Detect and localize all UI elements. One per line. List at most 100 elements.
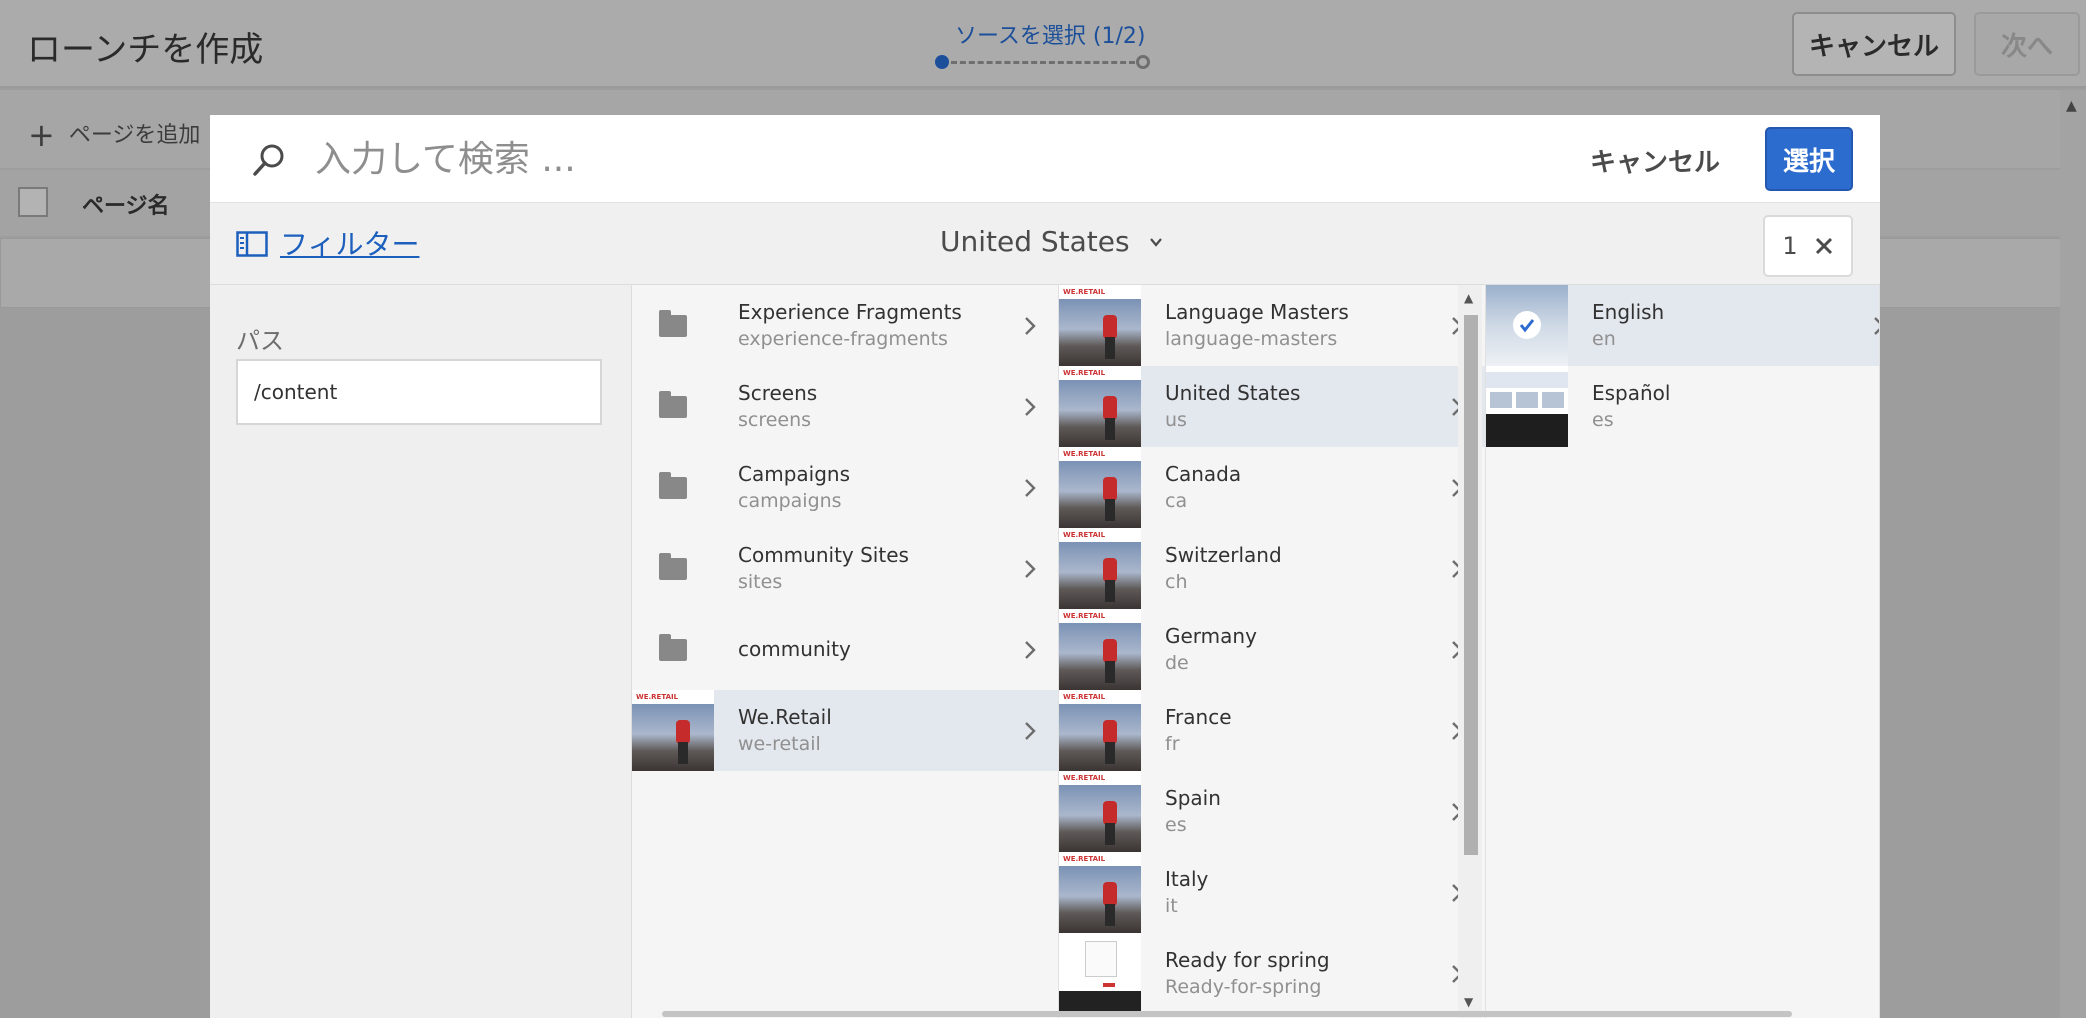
- list-item[interactable]: WE.RETAIL France fr: [1059, 690, 1485, 771]
- path-browser-dialog: キャンセル 選択 フィルター United States 1 パス Experi…: [210, 115, 1880, 1018]
- horizontal-scrollbar[interactable]: [662, 1011, 1792, 1017]
- scrollbar-thumb[interactable]: [1464, 315, 1478, 855]
- item-thumbnail: WE.RETAIL: [1059, 690, 1141, 771]
- item-name: experience-fragments: [738, 327, 948, 350]
- thumbnail-figure-legs: [1105, 823, 1115, 845]
- list-item[interactable]: WE.RETAIL Canada ca: [1059, 447, 1485, 528]
- thumbnail-image: [1059, 866, 1141, 933]
- column-header-page-name: ページ名: [82, 194, 170, 219]
- item-name: sites: [738, 570, 783, 593]
- list-item[interactable]: WE.RETAIL Switzerland ch: [1059, 528, 1485, 609]
- list-item[interactable]: WE.RETAIL Spain es: [1059, 771, 1485, 852]
- folder-icon: [659, 633, 687, 661]
- item-title: Experience Fragments: [738, 299, 962, 324]
- item-title: Germany: [1165, 623, 1257, 648]
- thumbnail-figure-legs: [1105, 742, 1115, 764]
- item-thumbnail: WE.RETAIL: [1059, 366, 1141, 447]
- selection-count: 1: [1782, 232, 1798, 260]
- close-icon[interactable]: [1814, 236, 1834, 256]
- add-page-button[interactable]: + ページを追加: [28, 116, 200, 154]
- item-title: United States: [1165, 380, 1301, 405]
- item-name: ch: [1165, 570, 1188, 593]
- item-thumbnail: WE.RETAIL: [1059, 528, 1141, 609]
- brand-logo: WE.RETAIL: [1063, 531, 1106, 539]
- list-item[interactable]: Campaigns campaigns: [632, 447, 1058, 528]
- list-item[interactable]: English en: [1486, 285, 1879, 366]
- thumbnail-figure: [1103, 396, 1117, 420]
- item-name: es: [1592, 408, 1614, 431]
- item-text: Language Masters language-masters: [1165, 299, 1349, 353]
- wizard-next-button[interactable]: 次へ: [1974, 12, 2080, 76]
- list-item[interactable]: Experience Fragments experience-fragments: [632, 285, 1058, 366]
- list-item[interactable]: WE.RETAIL We.Retail we-retail: [632, 690, 1058, 771]
- list-item[interactable]: Ready for spring Ready-for-spring: [1059, 933, 1485, 1014]
- search-input[interactable]: [315, 133, 1315, 185]
- filter-row: フィルター United States 1: [210, 203, 1880, 285]
- list-item[interactable]: WE.RETAIL Italy it: [1059, 852, 1485, 933]
- list-item[interactable]: Español es: [1486, 366, 1879, 447]
- dialog-cancel-button[interactable]: キャンセル: [1590, 140, 1720, 180]
- thumbnail-image: [632, 704, 714, 771]
- item-title: community: [738, 637, 851, 661]
- thumbnail-figure: [1103, 639, 1117, 663]
- item-name: Ready-for-spring: [1165, 975, 1322, 998]
- list-item[interactable]: Screens screens: [632, 366, 1058, 447]
- brand-logo: WE.RETAIL: [1063, 288, 1106, 296]
- filter-link[interactable]: フィルター: [280, 223, 419, 263]
- thumbnail-card: [1490, 392, 1512, 408]
- item-thumbnail: WE.RETAIL: [1059, 852, 1141, 933]
- item-thumbnail: [632, 609, 714, 690]
- brand-logo: WE.RETAIL: [1063, 855, 1106, 863]
- item-name: us: [1165, 408, 1187, 431]
- thumbnail-image: [1059, 542, 1141, 609]
- chevron-down-icon: [1149, 237, 1162, 247]
- list-item[interactable]: WE.RETAIL Language Masters language-master…: [1059, 285, 1485, 366]
- scroll-down-icon: ▼: [1464, 995, 1474, 1009]
- selection-count-badge[interactable]: 1: [1763, 215, 1853, 277]
- item-text: Italy it: [1165, 866, 1208, 920]
- item-thumbnail: [1486, 285, 1568, 366]
- list-item[interactable]: WE.RETAIL Germany de: [1059, 609, 1485, 690]
- wizard-cancel-button[interactable]: キャンセル: [1792, 12, 1956, 76]
- item-thumbnail: [632, 366, 714, 447]
- item-name: it: [1165, 894, 1178, 917]
- column-scrollbar[interactable]: ▲ ▼: [1458, 285, 1482, 1018]
- item-text: Community Sites sites: [738, 542, 909, 596]
- thumbnail-banner: [1486, 372, 1568, 388]
- item-thumbnail: WE.RETAIL: [1059, 771, 1141, 852]
- column-2: WE.RETAIL Language Masters language-master…: [1059, 285, 1486, 1018]
- scroll-up-icon: ▲: [2066, 98, 2077, 114]
- path-label: パス: [236, 327, 284, 355]
- list-item[interactable]: WE.RETAIL United States us: [1059, 366, 1485, 447]
- item-text: Experience Fragments experience-fragments: [738, 299, 962, 353]
- list-item[interactable]: Community Sites sites: [632, 528, 1058, 609]
- item-title: Ready for spring: [1165, 947, 1330, 972]
- thumbnail-figure: [1103, 720, 1117, 744]
- thumbnail-figure-legs: [678, 742, 688, 764]
- item-title: Italy: [1165, 866, 1209, 891]
- item-name: we-retail: [738, 732, 821, 755]
- select-button[interactable]: 選択: [1765, 127, 1853, 191]
- item-text: France fr: [1165, 704, 1232, 758]
- thumbnail-image: [1059, 785, 1141, 852]
- page-scrollbar[interactable]: ▲: [2060, 90, 2086, 1018]
- thumbnail-figure-legs: [1105, 580, 1115, 602]
- list-item[interactable]: community: [632, 609, 1058, 690]
- search-icon: [253, 144, 284, 176]
- brand-logo: WE.RETAIL: [1063, 612, 1106, 620]
- item-thumbnail: WE.RETAIL: [632, 690, 714, 771]
- item-name: en: [1592, 327, 1616, 350]
- rail-toggle-icon[interactable]: [236, 231, 268, 257]
- item-title: English: [1592, 299, 1665, 324]
- breadcrumb-dropdown[interactable]: United States: [940, 225, 1164, 258]
- select-all-checkbox[interactable]: [18, 187, 48, 217]
- step-connector: [951, 61, 1135, 64]
- brand-logo: WE.RETAIL: [1063, 450, 1106, 458]
- item-title: Canada: [1165, 461, 1242, 486]
- item-name: campaigns: [738, 489, 842, 512]
- brand-logo: WE.RETAIL: [1063, 369, 1106, 377]
- item-title: Screens: [738, 380, 818, 405]
- path-input[interactable]: [236, 359, 602, 425]
- checkmark-icon: [1513, 311, 1541, 339]
- folder-icon: [659, 390, 687, 418]
